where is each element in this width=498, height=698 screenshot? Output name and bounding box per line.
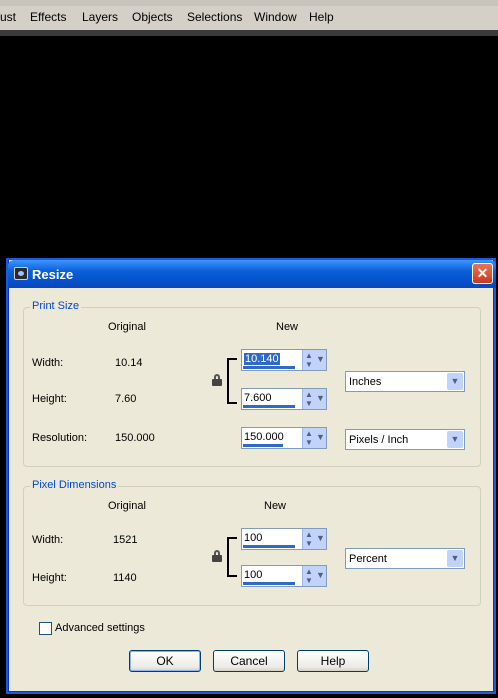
spin-up-icon[interactable]: ▲: [305, 351, 314, 360]
advanced-settings-label[interactable]: Advanced settings: [55, 622, 145, 634]
menu-objects[interactable]: Objects: [132, 10, 173, 24]
pixel-new-header: New: [264, 500, 287, 512]
help-button[interactable]: Help: [297, 650, 369, 672]
dropdown-arrow-icon[interactable]: ▼: [447, 373, 463, 390]
print-width-original: 10.14: [115, 357, 143, 369]
pixel-height-slider[interactable]: [243, 582, 295, 585]
spin-up-icon[interactable]: ▲: [305, 567, 314, 576]
print-width-stepper[interactable]: 10.140 ▲ ▼ ▼: [241, 349, 327, 371]
print-height-spin[interactable]: ▲ ▼ ▼: [302, 389, 326, 409]
print-height-stepper[interactable]: 7.600 ▲ ▼ ▼: [241, 388, 327, 410]
dropdown-arrow-icon[interactable]: ▼: [447, 431, 463, 448]
dropdown-arrow-icon[interactable]: ▼: [447, 550, 463, 567]
menu-adjust[interactable]: ust: [0, 10, 16, 24]
print-units-select[interactable]: Inches ▼: [345, 371, 465, 392]
resolution-stepper[interactable]: 150.000 ▲ ▼ ▼: [241, 427, 327, 449]
print-size-group: Print Size Original New Width: 10.14 10.…: [23, 300, 481, 467]
print-width-label: Width:: [32, 357, 64, 369]
pixel-height-spin[interactable]: ▲ ▼ ▼: [302, 566, 326, 586]
print-height-value[interactable]: 7.600: [244, 392, 272, 404]
dropdown-arrow-icon[interactable]: ▼: [316, 533, 325, 543]
menu-effects[interactable]: Effects: [30, 10, 66, 24]
spin-up-icon[interactable]: ▲: [305, 429, 314, 438]
pixel-dimensions-legend: Pixel Dimensions: [30, 479, 119, 491]
pixel-units-select[interactable]: Percent ▼: [345, 548, 465, 569]
menu-window[interactable]: Window: [254, 10, 297, 24]
pixel-width-slider[interactable]: [243, 545, 295, 548]
pixel-height-value[interactable]: 100: [244, 569, 262, 581]
dropdown-arrow-icon[interactable]: ▼: [316, 354, 325, 364]
resolution-spin[interactable]: ▲ ▼ ▼: [302, 428, 326, 448]
print-units-value: Inches: [349, 376, 382, 388]
print-new-header: New: [276, 321, 299, 333]
print-height-original: 7.60: [115, 393, 137, 405]
print-original-header: Original: [108, 321, 146, 333]
pixel-original-header: Original: [108, 500, 146, 512]
resolution-slider[interactable]: [243, 444, 283, 447]
spin-down-icon[interactable]: ▼: [305, 539, 314, 548]
close-button[interactable]: ✕: [472, 263, 493, 284]
menu-help[interactable]: Help: [309, 10, 334, 24]
pixel-height-original: 1140: [113, 572, 137, 584]
menu-bar: ust Effects Layers Objects Selections Wi…: [0, 0, 498, 36]
pixel-width-value[interactable]: 100: [244, 532, 262, 544]
pixel-dimensions-group: Pixel Dimensions Original New Width: 152…: [23, 479, 481, 606]
dropdown-arrow-icon[interactable]: ▼: [316, 393, 325, 403]
print-height-slider[interactable]: [243, 405, 295, 408]
dropdown-arrow-icon[interactable]: ▼: [316, 432, 325, 442]
print-size-legend: Print Size: [30, 300, 82, 312]
pixel-units-value: Percent: [349, 553, 387, 565]
menu-selections[interactable]: Selections: [187, 10, 242, 24]
resolution-units-value: Pixels / Inch: [349, 434, 409, 446]
close-icon: ✕: [476, 265, 489, 281]
aspect-bracket: [227, 537, 237, 577]
lock-icon[interactable]: [212, 374, 222, 386]
pixel-height-label: Height:: [32, 572, 67, 584]
resolution-value[interactable]: 150.000: [244, 431, 284, 443]
aspect-bracket: [227, 358, 237, 404]
pixel-width-label: Width:: [32, 534, 64, 546]
resolution-units-select[interactable]: Pixels / Inch ▼: [345, 429, 465, 450]
resolution-label: Resolution:: [32, 432, 88, 444]
print-height-label: Height:: [32, 393, 67, 405]
spin-down-icon[interactable]: ▼: [305, 360, 314, 369]
resize-dialog: Resize ✕ Print Size Original New Width: …: [8, 260, 496, 692]
menu-layers[interactable]: Layers: [82, 10, 118, 24]
advanced-settings-checkbox[interactable]: [39, 622, 52, 635]
cancel-button[interactable]: Cancel: [213, 650, 285, 672]
spin-down-icon[interactable]: ▼: [305, 438, 314, 447]
print-width-spin[interactable]: ▲ ▼ ▼: [302, 350, 326, 370]
spin-down-icon[interactable]: ▼: [305, 576, 314, 585]
spin-down-icon[interactable]: ▼: [305, 399, 314, 408]
print-width-value[interactable]: 10.140: [244, 353, 280, 365]
resolution-original: 150.000: [115, 432, 155, 444]
dialog-title: Resize: [32, 267, 74, 282]
lock-icon[interactable]: [212, 550, 222, 562]
app-icon: [14, 267, 28, 280]
ok-button[interactable]: OK: [129, 650, 201, 672]
menu-bar-top-strip: [0, 0, 498, 6]
pixel-width-stepper[interactable]: 100 ▲ ▼ ▼: [241, 528, 327, 550]
pixel-width-spin[interactable]: ▲ ▼ ▼: [302, 529, 326, 549]
dialog-titlebar[interactable]: Resize ✕: [8, 260, 496, 288]
pixel-height-stepper[interactable]: 100 ▲ ▼ ▼: [241, 565, 327, 587]
spin-up-icon[interactable]: ▲: [305, 530, 314, 539]
dropdown-arrow-icon[interactable]: ▼: [316, 570, 325, 580]
spin-up-icon[interactable]: ▲: [305, 390, 314, 399]
pixel-width-original: 1521: [113, 534, 138, 546]
print-width-slider[interactable]: [243, 366, 295, 369]
